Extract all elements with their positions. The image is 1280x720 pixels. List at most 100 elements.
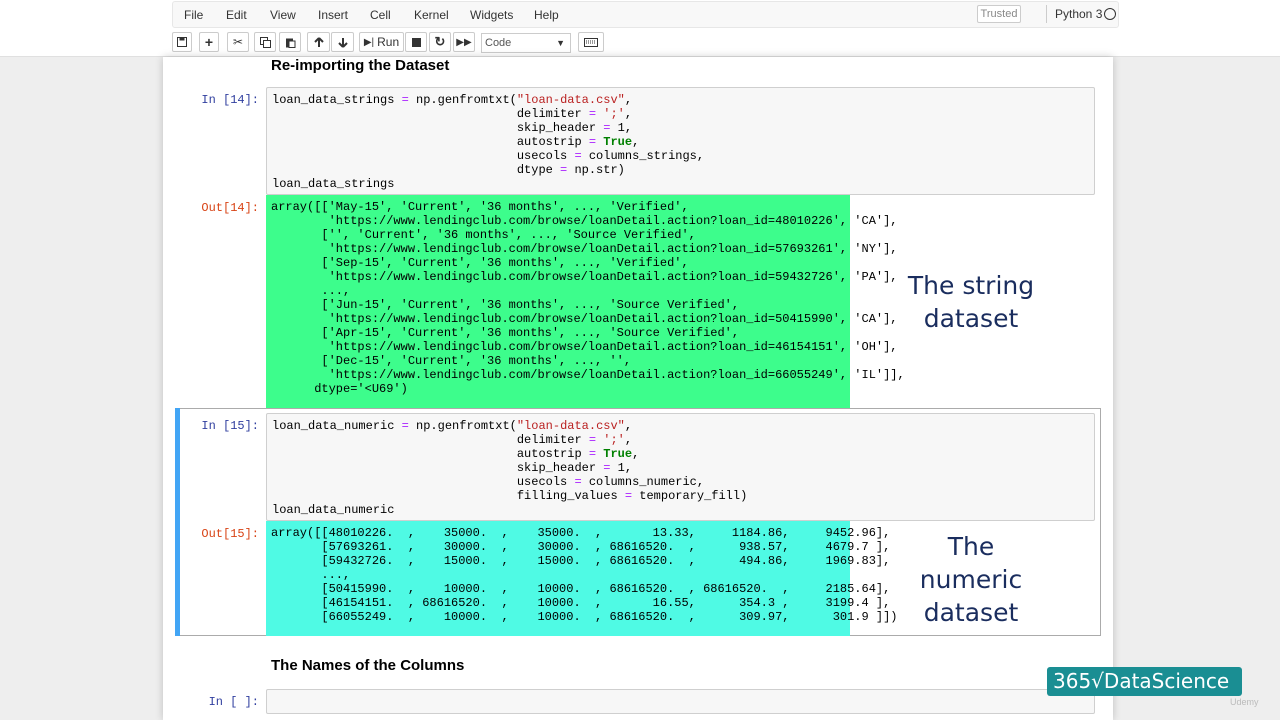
caption-line: The bbox=[947, 532, 995, 561]
code-line: ['', 'Current', '36 months', ..., 'Sourc… bbox=[271, 228, 696, 242]
cell-type-select[interactable]: Code ▼ bbox=[481, 33, 571, 53]
stop-icon bbox=[411, 37, 421, 47]
move-up-button[interactable] bbox=[307, 32, 330, 52]
input-prompt: In [ ]: bbox=[208, 695, 259, 709]
code-line: 'https://www.lendingclub.com/browse/loan… bbox=[271, 214, 898, 228]
code-line: array([['May-15', 'Current', '36 months'… bbox=[271, 200, 689, 214]
code-line: dtype = np.str) bbox=[272, 163, 625, 177]
save-button[interactable] bbox=[172, 32, 192, 52]
code-line: 'https://www.lendingclub.com/browse/loan… bbox=[271, 270, 898, 284]
command-palette-button[interactable] bbox=[578, 32, 604, 52]
code-line: skip_header = 1, bbox=[272, 121, 633, 135]
code-text: loan_data_numeric = np.genfromtxt("loan-… bbox=[272, 419, 747, 517]
arrow-down-icon bbox=[337, 37, 348, 48]
menu-help[interactable]: Help bbox=[534, 8, 559, 22]
code-line: filling_values = temporary_fill) bbox=[272, 489, 748, 503]
cut-button[interactable]: ✂ bbox=[227, 32, 249, 52]
notebook-container: Re-importing the Dataset In [14]: loan_d… bbox=[163, 57, 1113, 720]
numeric-dataset-caption: The numeric dataset bbox=[883, 530, 1059, 629]
code-editor[interactable]: loan_data_numeric = np.genfromtxt("loan-… bbox=[266, 413, 1095, 521]
code-line: ['Dec-15', 'Current', '36 months', ..., … bbox=[271, 354, 632, 368]
copy-button[interactable] bbox=[254, 32, 276, 52]
run-button[interactable]: ▶| Run bbox=[359, 32, 404, 52]
section-heading-reimport: Re-importing the Dataset bbox=[271, 57, 450, 74]
code-line: ['Apr-15', 'Current', '36 months', ..., … bbox=[271, 326, 740, 340]
scissors-icon: ✂ bbox=[232, 35, 244, 49]
copy-icon bbox=[259, 36, 271, 48]
paste-icon bbox=[285, 38, 295, 48]
code-line: ['Jun-15', 'Current', '36 months', ..., … bbox=[271, 298, 740, 312]
code-line: loan_data_strings = np.genfromtxt("loan-… bbox=[272, 93, 633, 107]
udemy-watermark: Udemy bbox=[1230, 697, 1259, 707]
output-prompt: Out[15]: bbox=[201, 527, 259, 541]
code-editor[interactable]: loan_data_strings = np.genfromtxt("loan-… bbox=[266, 87, 1095, 195]
output-area: array([['May-15', 'Current', '36 months'… bbox=[266, 195, 905, 408]
save-icon bbox=[177, 37, 187, 47]
code-line: 'https://www.lendingclub.com/browse/loan… bbox=[271, 368, 905, 382]
code-line: usecols = columns_numeric, bbox=[272, 475, 705, 489]
code-line: 'https://www.lendingclub.com/browse/loan… bbox=[271, 242, 898, 256]
code-line: array([[48010226. , 35000. , 35000. , 13… bbox=[271, 526, 891, 540]
menu-file[interactable]: File bbox=[184, 8, 203, 22]
paste-button[interactable] bbox=[279, 32, 301, 52]
caption-line: numeric bbox=[919, 565, 1023, 594]
code-line: 'https://www.lendingclub.com/browse/loan… bbox=[271, 312, 898, 326]
kernel-idle-icon bbox=[1104, 8, 1116, 20]
trusted-badge[interactable]: Trusted bbox=[977, 5, 1021, 23]
menu-edit[interactable]: Edit bbox=[226, 8, 247, 22]
menu-kernel[interactable]: Kernel bbox=[414, 8, 449, 22]
code-line: [57693261. , 30000. , 30000. , 68616520.… bbox=[271, 540, 891, 554]
insert-cell-button[interactable]: + bbox=[199, 32, 219, 52]
code-line: [46154151. , 68616520. , 10000. , 16.55,… bbox=[271, 596, 891, 610]
selected-cell-indicator bbox=[175, 408, 180, 636]
code-line: delimiter = ';', bbox=[272, 107, 633, 121]
move-down-button[interactable] bbox=[331, 32, 354, 52]
menu-cell[interactable]: Cell bbox=[370, 8, 391, 22]
plus-icon: + bbox=[204, 34, 214, 50]
section-heading-column-names: The Names of the Columns bbox=[271, 657, 465, 674]
restart-icon: ↻ bbox=[434, 34, 446, 49]
string-dataset-caption: The string dataset bbox=[883, 269, 1059, 335]
cell-type-value: Code bbox=[485, 37, 512, 49]
restart-run-all-button[interactable]: ▶▶ bbox=[453, 32, 475, 52]
output-text: array([[48010226. , 35000. , 35000. , 13… bbox=[271, 526, 898, 624]
menu-insert[interactable]: Insert bbox=[318, 8, 348, 22]
code-line: usecols = columns_strings, bbox=[272, 149, 705, 163]
interrupt-button[interactable] bbox=[405, 32, 427, 52]
arrow-up-icon bbox=[313, 36, 324, 47]
caption-line: dataset bbox=[923, 598, 1019, 627]
output-prompt: Out[14]: bbox=[201, 201, 259, 215]
output-text: array([['May-15', 'Current', '36 months'… bbox=[271, 200, 905, 396]
code-line: autostrip = True, bbox=[272, 447, 640, 461]
run-label: Run bbox=[377, 35, 400, 49]
code-line: loan_data_numeric bbox=[272, 503, 395, 517]
input-prompt: In [14]: bbox=[201, 93, 259, 107]
code-editor[interactable] bbox=[266, 689, 1095, 714]
kernel-name[interactable]: Python 3 bbox=[1055, 7, 1102, 21]
keyboard-icon bbox=[584, 37, 598, 47]
menu-widgets[interactable]: Widgets bbox=[470, 8, 513, 22]
notebook-header: File Edit View Insert Cell Kernel Widget… bbox=[0, 0, 1280, 57]
kernel-separator bbox=[1046, 5, 1047, 23]
code-line: 'https://www.lendingclub.com/browse/loan… bbox=[271, 340, 898, 354]
code-line: autostrip = True, bbox=[272, 135, 640, 149]
code-line: delimiter = ';', bbox=[272, 433, 633, 447]
fast-forward-icon: ▶▶ bbox=[456, 36, 472, 48]
code-text: loan_data_strings = np.genfromtxt("loan-… bbox=[272, 93, 704, 191]
code-line: ..., bbox=[271, 284, 351, 298]
input-prompt: In [15]: bbox=[201, 419, 259, 433]
code-line: dtype='<U69') bbox=[271, 382, 408, 396]
chevron-down-icon: ▼ bbox=[556, 38, 565, 48]
step-forward-icon: ▶| bbox=[363, 36, 375, 48]
output-area: array([[48010226. , 35000. , 35000. , 13… bbox=[266, 521, 898, 636]
logo-365-datascience: 365√DataScience bbox=[1047, 667, 1242, 696]
code-line: ['Sep-15', 'Current', '36 months', ..., … bbox=[271, 256, 689, 270]
restart-button[interactable]: ↻ bbox=[429, 32, 451, 52]
code-line: loan_data_numeric = np.genfromtxt("loan-… bbox=[272, 419, 633, 433]
code-line: skip_header = 1, bbox=[272, 461, 633, 475]
code-line: [66055249. , 10000. , 10000. , 68616520.… bbox=[271, 610, 898, 624]
menu-view[interactable]: View bbox=[270, 8, 296, 22]
code-line: loan_data_strings bbox=[272, 177, 395, 191]
code-line: [50415990. , 10000. , 10000. , 68616520.… bbox=[271, 582, 891, 596]
code-line: [59432726. , 15000. , 15000. , 68616520.… bbox=[271, 554, 891, 568]
